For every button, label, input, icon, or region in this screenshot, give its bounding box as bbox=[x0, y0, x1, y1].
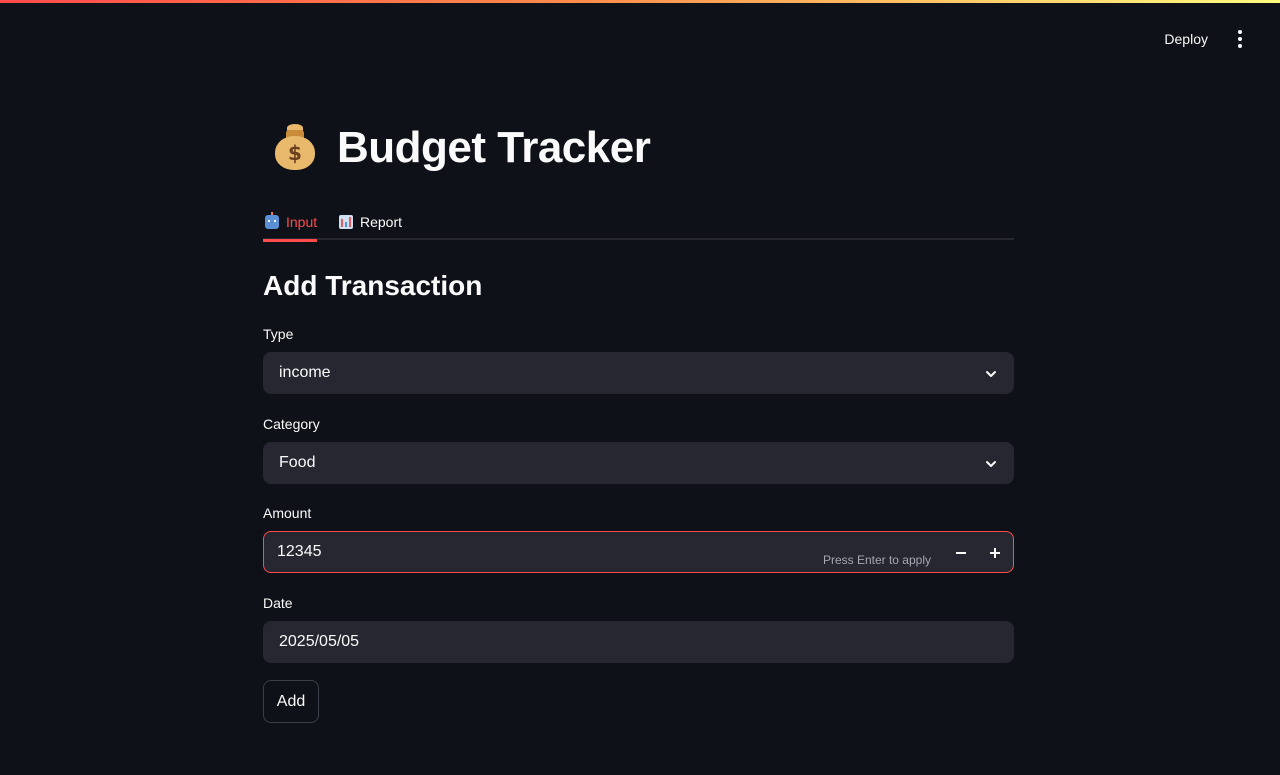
section-heading: Add Transaction bbox=[263, 270, 483, 301]
type-select-value: income bbox=[279, 364, 331, 381]
decrement-button[interactable] bbox=[947, 540, 975, 566]
amount-hint: Press Enter to apply bbox=[822, 553, 931, 567]
category-label: Category bbox=[263, 416, 320, 432]
tab-report[interactable]: Report bbox=[339, 204, 402, 240]
robot-icon bbox=[265, 212, 279, 229]
tab-report-label: Report bbox=[360, 214, 403, 230]
type-label: Type bbox=[263, 326, 294, 342]
page-title-row: $ Budget Tracker bbox=[271, 118, 651, 178]
app-header: Deploy bbox=[0, 0, 1280, 78]
tab-input-label: Input bbox=[286, 214, 318, 230]
tab-bar: Input Report bbox=[262, 200, 1014, 242]
chevron-down-icon bbox=[986, 371, 996, 377]
moneybag-icon: $ bbox=[271, 118, 319, 178]
amount-input-value: 12345 bbox=[277, 543, 322, 560]
date-label: Date bbox=[263, 595, 293, 611]
category-select-value: Food bbox=[279, 454, 316, 471]
date-input-value: 2025/05/05 bbox=[279, 633, 360, 650]
date-input[interactable]: 2025/05/05 bbox=[263, 621, 1014, 663]
minus-icon bbox=[956, 552, 966, 554]
chevron-down-icon bbox=[986, 461, 996, 467]
tab-input[interactable]: Input bbox=[262, 204, 318, 242]
type-select[interactable]: income bbox=[263, 352, 1014, 394]
amount-input[interactable]: 12345 Press Enter to apply bbox=[263, 531, 1014, 573]
deploy-button[interactable]: Deploy bbox=[1160, 26, 1212, 52]
add-button[interactable]: Add bbox=[263, 680, 319, 723]
increment-button[interactable] bbox=[981, 540, 1009, 566]
page-title: Budget Tracker bbox=[337, 123, 651, 172]
amount-label: Amount bbox=[263, 505, 312, 521]
category-select[interactable]: Food bbox=[263, 442, 1014, 484]
bar-chart-icon bbox=[339, 215, 353, 229]
vertical-dots-icon[interactable] bbox=[1228, 28, 1252, 50]
